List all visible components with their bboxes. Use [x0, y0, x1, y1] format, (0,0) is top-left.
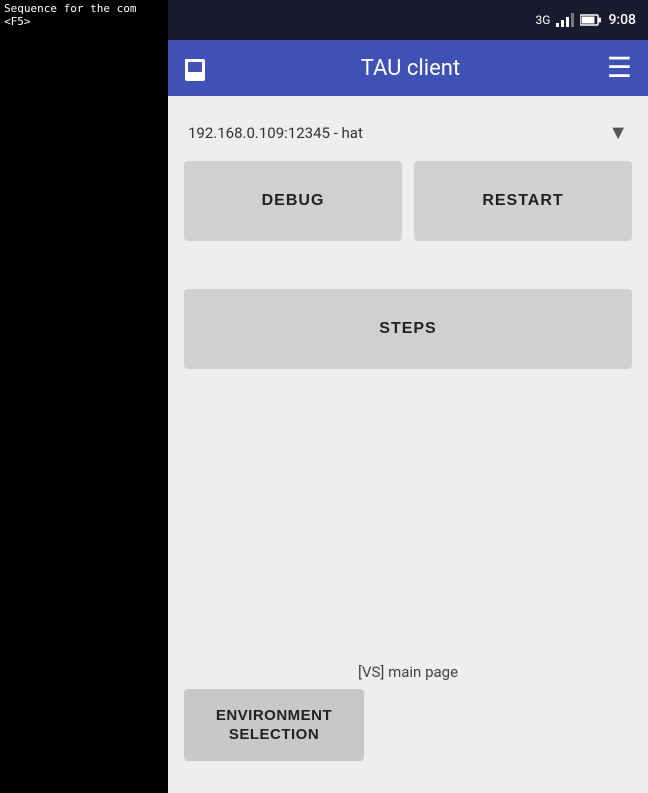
- steps-button[interactable]: STEPS: [184, 289, 632, 369]
- app-title: TAU client: [361, 56, 460, 81]
- dropdown-value: 192.168.0.109:12345 - hat: [188, 124, 363, 142]
- battery-icon: [580, 14, 602, 26]
- status-bar: 3G 9:08: [168, 0, 648, 40]
- network-indicator: 3G: [536, 13, 551, 27]
- restart-button[interactable]: RESTART: [414, 161, 632, 241]
- spacer-2: [184, 273, 632, 289]
- app-bar: TAU client ☰: [168, 40, 648, 96]
- spacer-1: [184, 257, 632, 273]
- status-time: 9:08: [608, 12, 636, 28]
- main-panel: 3G 9:08 TAU client ☰ 192.168.0.: [168, 0, 648, 793]
- hamburger-menu-icon[interactable]: ☰: [607, 54, 632, 82]
- sim-card-icon: [184, 54, 206, 82]
- debug-button[interactable]: DEBUG: [184, 161, 402, 241]
- environment-selection-button[interactable]: ENVIRONMENT SELECTION: [184, 689, 364, 761]
- content-area: 192.168.0.109:12345 - hat ▼ DEBUG RESTAR…: [168, 96, 648, 793]
- terminal-line-1: Sequence for the com: [4, 2, 136, 15]
- action-buttons-row: DEBUG RESTART: [184, 161, 632, 241]
- terminal-panel: Sequence for the com <F5>: [0, 0, 168, 793]
- bottom-area: [VS] main page ENVIRONMENT SELECTION: [184, 647, 632, 777]
- connection-dropdown[interactable]: 192.168.0.109:12345 - hat ▼: [184, 112, 632, 153]
- vs-label: [VS] main page: [184, 647, 632, 689]
- dropdown-arrow-icon: ▼: [608, 120, 628, 145]
- signal-bars-icon: [556, 13, 574, 27]
- terminal-line-2: <F5>: [4, 15, 31, 28]
